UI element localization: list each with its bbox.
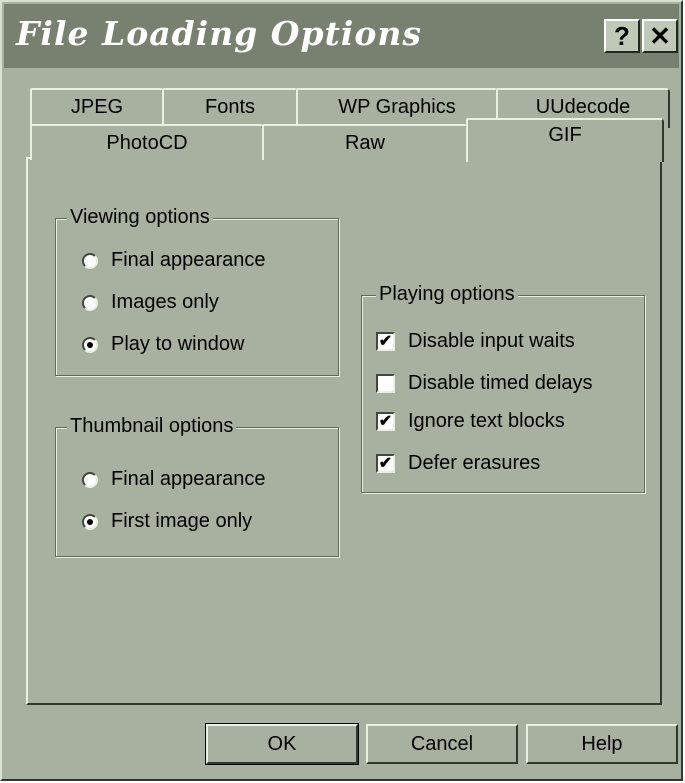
viewing-options-legend: Viewing options <box>67 206 213 229</box>
help-button[interactable]: Help <box>526 724 678 764</box>
tab-photocd[interactable]: PhotoCD <box>30 124 264 160</box>
close-button[interactable]: ✕ <box>642 19 678 53</box>
viewing-final-appearance-radio[interactable]: Final appearance <box>82 249 266 272</box>
tab-label: JPEG <box>70 96 124 118</box>
cancel-button[interactable]: Cancel <box>366 724 518 764</box>
file-loading-options-dialog: File Loading Options ? ✕ JPEG Fonts WP G… <box>0 0 683 781</box>
radio-button[interactable] <box>82 471 98 488</box>
thumbnail-first-image-only-radio[interactable]: First image only <box>82 510 252 533</box>
button-label: Cancel <box>410 732 474 755</box>
checkmark-icon: ✔ <box>378 332 393 350</box>
option-label: Disable input waits <box>408 330 575 352</box>
help-title-button[interactable]: ? <box>604 19 640 53</box>
radio-selected-dot <box>87 518 93 525</box>
option-label: Images only <box>111 291 219 313</box>
ok-button[interactable]: OK <box>205 723 359 765</box>
option-label: Disable timed delays <box>408 372 593 394</box>
button-label: Help <box>581 732 623 755</box>
tab-fonts[interactable]: Fonts <box>162 88 298 128</box>
radio-button[interactable] <box>82 513 98 530</box>
checkbox[interactable]: ✔ <box>376 454 395 473</box>
title-bar[interactable]: File Loading Options ? ✕ <box>4 4 679 68</box>
disable-input-waits-checkbox[interactable]: ✔ Disable input waits <box>376 330 575 353</box>
thumbnail-options-group: Thumbnail options Final appearance First… <box>55 415 339 557</box>
option-label: Final appearance <box>111 468 266 490</box>
option-label: First image only <box>111 510 253 532</box>
ignore-text-blocks-checkbox[interactable]: ✔ Ignore text blocks <box>376 410 565 433</box>
checkmark-icon: ✔ <box>378 454 393 472</box>
checkbox[interactable] <box>376 374 395 393</box>
close-icon: ✕ <box>649 20 671 51</box>
tab-gif[interactable]: GIF <box>466 118 664 162</box>
option-label: Defer erasures <box>408 452 541 474</box>
viewing-play-to-window-radio[interactable]: Play to window <box>82 333 244 356</box>
playing-options-legend: Playing options <box>376 283 518 306</box>
playing-options-group: Playing options ✔ Disable input waits Di… <box>361 283 645 493</box>
radio-button[interactable] <box>82 336 98 353</box>
option-label: Play to window <box>111 333 245 355</box>
radio-selected-dot <box>87 341 93 348</box>
tab-label: GIF <box>548 124 582 146</box>
tab-label: UUdecode <box>535 96 631 118</box>
checkbox[interactable]: ✔ <box>376 332 395 351</box>
tab-label: Fonts <box>204 96 256 118</box>
viewing-images-only-radio[interactable]: Images only <box>82 291 219 314</box>
tab-label: PhotoCD <box>106 132 188 154</box>
radio-button[interactable] <box>82 294 98 311</box>
tab-jpeg[interactable]: JPEG <box>30 88 164 128</box>
disable-timed-delays-checkbox[interactable]: Disable timed delays <box>376 372 593 395</box>
tab-label: Raw <box>344 132 385 154</box>
thumbnail-final-appearance-radio[interactable]: Final appearance <box>82 468 266 491</box>
option-label: Final appearance <box>111 249 266 271</box>
defer-erasures-checkbox[interactable]: ✔ Defer erasures <box>376 452 540 475</box>
option-label: Ignore text blocks <box>408 410 565 432</box>
question-mark-icon: ? <box>614 20 630 51</box>
button-label: OK <box>267 732 297 755</box>
checkmark-icon: ✔ <box>378 412 393 430</box>
dialog-title: File Loading Options <box>16 14 422 53</box>
tab-label: WP Graphics <box>338 96 456 118</box>
radio-button[interactable] <box>82 252 98 269</box>
tab-raw[interactable]: Raw <box>262 124 468 160</box>
thumbnail-options-legend: Thumbnail options <box>67 415 237 438</box>
checkbox[interactable]: ✔ <box>376 412 395 431</box>
viewing-options-group: Viewing options Final appearance Images … <box>55 206 339 376</box>
tab-panel-gif: Viewing options Final appearance Images … <box>26 157 662 705</box>
